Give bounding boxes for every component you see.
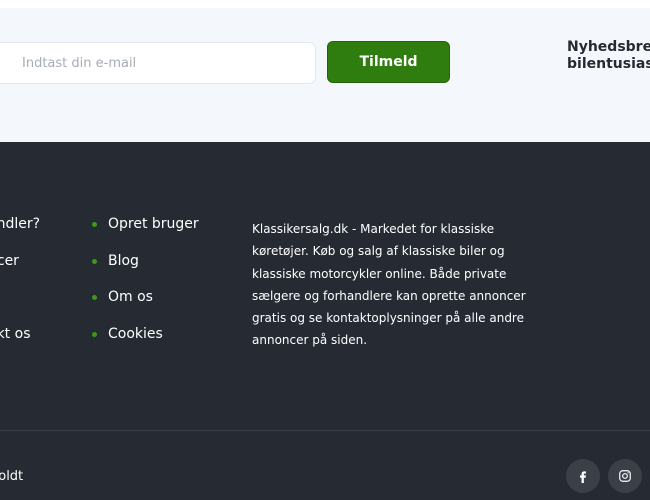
footer-link-kontakt[interactable]: akt os xyxy=(0,326,31,342)
footer-link-label: Om os xyxy=(108,289,153,305)
footer-link-label: Opret bruger xyxy=(108,216,199,232)
copyright-text: holdt xyxy=(0,469,24,484)
bullet-icon xyxy=(92,331,97,337)
footer-link-annoncer[interactable]: ncer xyxy=(0,253,19,269)
footer-link-blog[interactable]: Blog xyxy=(92,253,139,269)
instagram-link[interactable] xyxy=(608,459,642,493)
newsletter-title-line2: bilentusiaste xyxy=(567,56,650,72)
facebook-link[interactable] xyxy=(566,459,600,493)
bullet-icon xyxy=(92,294,97,300)
email-input[interactable] xyxy=(0,42,316,84)
facebook-icon xyxy=(580,471,586,483)
top-strip xyxy=(0,0,650,8)
footer-link-forhandler[interactable]: andler? xyxy=(0,216,40,232)
bullet-icon xyxy=(92,258,97,264)
footer-link-label: Cookies xyxy=(108,326,163,342)
subscribe-button[interactable]: Tilmeld xyxy=(327,41,450,83)
footer-about-text: Klassikersalg.dk - Markedet for klassisk… xyxy=(252,222,526,348)
bullet-icon xyxy=(92,221,97,227)
footer-link-opret-bruger[interactable]: Opret bruger xyxy=(92,216,199,232)
newsletter-section: Tilmeld Nyhedsbrev bilentusiaste xyxy=(0,8,650,142)
newsletter-title-line1: Nyhedsbrev xyxy=(567,39,650,55)
footer: andler? ncer akt os Opret bruger Blog Om… xyxy=(0,142,650,500)
footer-link-om-os[interactable]: Om os xyxy=(92,289,153,305)
footer-link-label: Blog xyxy=(108,253,139,269)
instagram-icon xyxy=(619,470,631,482)
footer-link-cookies[interactable]: Cookies xyxy=(92,326,163,342)
newsletter-title: Nyhedsbrev bilentusiaste xyxy=(567,39,650,73)
footer-divider xyxy=(0,430,650,431)
